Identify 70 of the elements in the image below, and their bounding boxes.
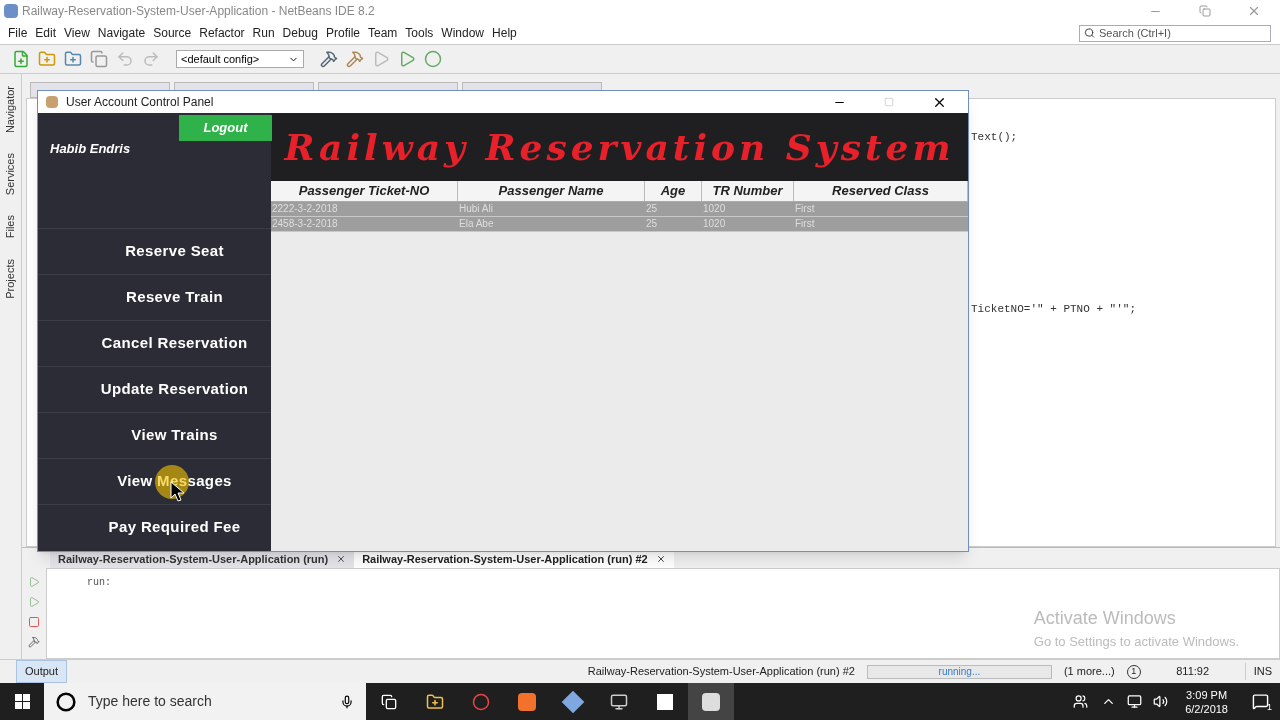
status-field: running... [866, 664, 1052, 679]
table-cell-text: 25 [645, 202, 659, 216]
debug-icon[interactable] [398, 50, 416, 68]
menu-item[interactable]: Refactor [195, 24, 249, 42]
insert-mode: INS [1244, 663, 1272, 680]
console-text: run: [87, 576, 111, 590]
caret-position: 811:92 [1175, 664, 1211, 680]
menu-item[interactable]: Help [488, 24, 521, 42]
user-name: Habib Endris [50, 140, 131, 158]
clock-date: 6/2/2018 [1185, 701, 1228, 716]
side-tab[interactable]: Services [2, 153, 19, 196]
table-cell-text: 2222-3-2-2018 [271, 202, 339, 216]
close-icon[interactable] [655, 554, 666, 564]
more-tasks-link[interactable]: (1 more...) [1063, 663, 1115, 680]
tools-icon[interactable] [28, 636, 40, 648]
config-dropdown[interactable]: <default config> [176, 50, 304, 68]
side-tab[interactable]: Files [2, 215, 19, 239]
table-cell-text: Hubi Ali [458, 202, 494, 216]
side-tab[interactable]: Projects [2, 258, 19, 299]
watermark-title: Activate Windows [1033, 607, 1177, 630]
table-cell-text: First [794, 202, 816, 216]
menu-button[interactable]: Update Reservation [38, 366, 271, 412]
clock-time: 3:09 PM [1186, 687, 1228, 702]
table-cell-text: 2458-3-2-2018 [271, 217, 339, 231]
table-cell-text: 25 [645, 217, 659, 231]
menu-button[interactable]: Pay Required Fee [38, 504, 271, 550]
menu-item[interactable]: View [60, 24, 94, 42]
close-icon[interactable] [336, 554, 347, 564]
menu-item[interactable]: Profile [322, 24, 364, 42]
column-header[interactable]: TR Number [702, 181, 794, 201]
menu-item[interactable]: Team [364, 24, 402, 42]
menu-button[interactable]: Reserve Seat [38, 228, 271, 274]
new-file-icon[interactable] [12, 50, 30, 68]
banner-title: Railway Reservation System [284, 125, 955, 170]
dialog-title: User Account Control Panel [66, 94, 215, 111]
window-title: Railway-Reservation-System-User-Application - NetBeans IDE 8.2 [22, 3, 375, 20]
menu-item[interactable]: File [4, 24, 32, 42]
stop-icon[interactable] [28, 616, 40, 628]
column-header[interactable]: Reserved Class [794, 181, 968, 201]
output-tab[interactable]: Output [16, 660, 68, 683]
search-icon[interactable] [1084, 27, 1095, 39]
watermark-text: Go to Settings to activate Windows. [1033, 633, 1239, 651]
table-cell-text: Ela Abe [458, 217, 495, 231]
menu-item[interactable]: Source [149, 24, 196, 42]
code-line: TicketNO='" + PTNO + "'"; [971, 301, 1137, 317]
column-header[interactable]: Passenger Ticket-NO [271, 181, 458, 201]
menu-button[interactable]: Cancel Reservation [38, 320, 271, 366]
menu-button[interactable]: Reseve Train [38, 274, 271, 320]
menu-item[interactable]: Window [437, 24, 489, 42]
taskbar-search-field[interactable]: Type here to search [44, 683, 366, 720]
column-header[interactable]: Passenger Name [458, 181, 645, 201]
microphone-icon[interactable] [340, 694, 354, 709]
menu-button[interactable]: View Trains [38, 412, 271, 458]
menu-item[interactable]: Edit [31, 24, 61, 42]
new-project-icon[interactable] [38, 50, 56, 68]
cortana-icon[interactable] [56, 691, 76, 712]
task-label: Railway-Reservation-System-User-Application (run) #2 [587, 664, 855, 680]
menu-item[interactable]: Debug [278, 24, 322, 42]
menu-item[interactable]: Navigate [93, 24, 150, 42]
table-cell-text: 1020 [702, 217, 727, 231]
clean-build-icon[interactable] [346, 50, 364, 68]
menu-item[interactable]: Run [248, 24, 279, 42]
table-cell-text: First [794, 217, 816, 231]
column-header[interactable]: Age [645, 181, 702, 201]
table-cell-text: 1020 [702, 202, 727, 216]
code-line: Text(); [971, 130, 1019, 145]
side-tab[interactable]: Navigator [2, 86, 19, 134]
menu-item[interactable]: Tools [401, 24, 438, 42]
open-project-icon[interactable] [64, 50, 82, 68]
build-icon[interactable] [320, 50, 338, 68]
